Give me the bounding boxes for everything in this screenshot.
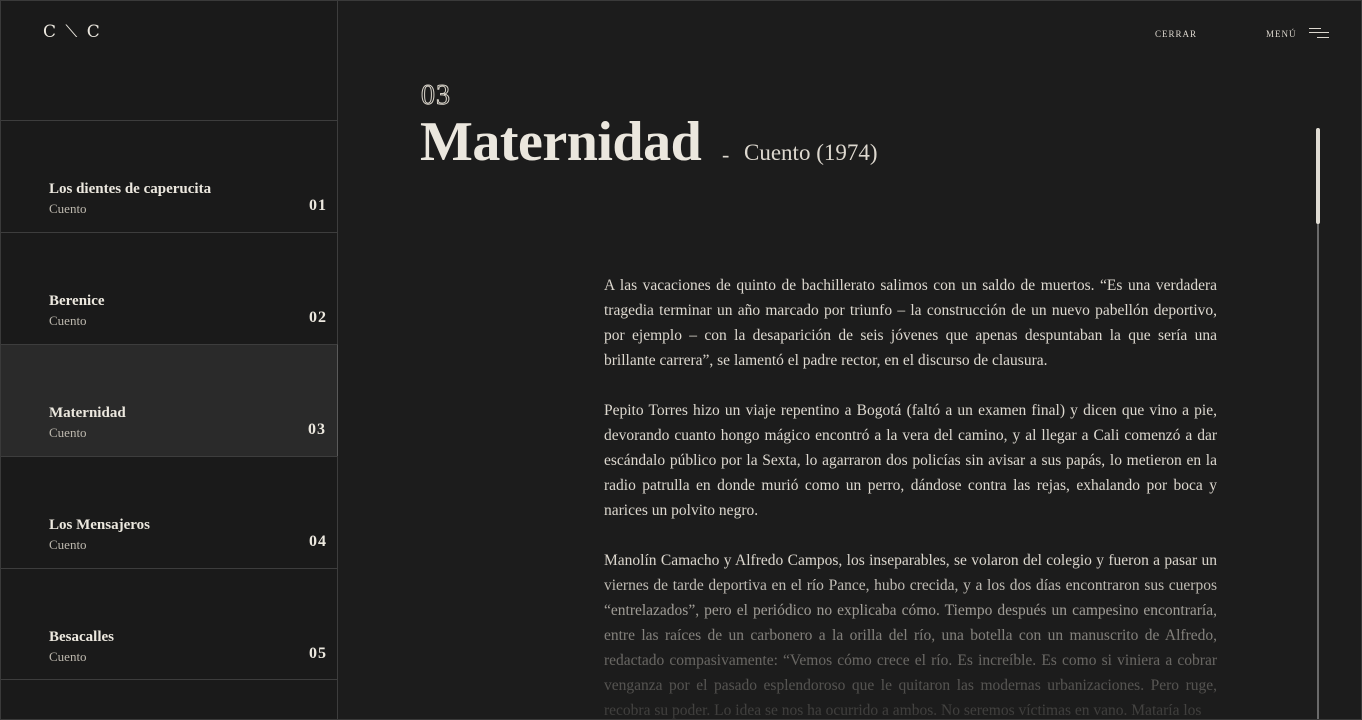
story-item-subtitle: Cuento bbox=[49, 313, 87, 328]
story-item-number: 01 bbox=[309, 197, 327, 214]
story-item-subtitle: Cuento bbox=[49, 537, 87, 552]
close-button[interactable]: CERRAR bbox=[1155, 29, 1197, 39]
story-item-number: 05 bbox=[309, 645, 327, 662]
menu-button[interactable]: MENÚ bbox=[1266, 29, 1297, 39]
story-paragraph: A las vacaciones de quinto de bachillera… bbox=[604, 277, 1217, 369]
story-item-title: Maternidad bbox=[49, 405, 126, 421]
scrollbar-thumb[interactable] bbox=[1316, 128, 1320, 224]
story-list: Los dientes de caperucita Cuento 01 Bere… bbox=[0, 120, 338, 680]
story-item-number: 02 bbox=[309, 309, 327, 326]
title-separator: - bbox=[722, 142, 730, 167]
story-paragraph: Manolín Camacho y Alfredo Campos, los in… bbox=[604, 552, 1217, 719]
story-list-item[interactable]: Los dientes de caperucita Cuento 01 bbox=[0, 120, 338, 232]
story-item-number: 03 bbox=[308, 421, 326, 438]
hamburger-icon[interactable] bbox=[1309, 27, 1329, 39]
story-list-item[interactable]: Berenice Cuento 02 bbox=[0, 232, 338, 344]
story-paragraph: Pepito Torres hizo un viaje repentino a … bbox=[604, 402, 1217, 519]
story-item-title: Berenice bbox=[49, 293, 105, 309]
site-logo[interactable]: C ⟍ C bbox=[43, 22, 102, 42]
page-subtitle: Cuento (1974) bbox=[744, 140, 878, 165]
page-title: Maternidad bbox=[420, 111, 702, 173]
story-item-subtitle: Cuento bbox=[49, 649, 87, 664]
story-item-number: 04 bbox=[309, 533, 327, 550]
story-item-title: Besacalles bbox=[49, 629, 114, 645]
story-list-item[interactable]: Besacalles Cuento 05 bbox=[0, 568, 338, 680]
story-list-item-active[interactable]: Maternidad Cuento 03 bbox=[0, 344, 338, 456]
story-list-item[interactable]: Los Mensajeros Cuento 04 bbox=[0, 456, 338, 568]
story-item-subtitle: Cuento bbox=[49, 201, 87, 216]
story-item-title: Los Mensajeros bbox=[49, 517, 150, 533]
chapter-number: 03 bbox=[421, 80, 451, 112]
story-item-title: Los dientes de caperucita bbox=[49, 181, 212, 197]
sidebar: C ⟍ C Los dientes de caperucita Cuento 0… bbox=[0, 0, 338, 720]
story-item-subtitle: Cuento bbox=[49, 425, 87, 440]
story-body: A las vacaciones de quinto de bachillera… bbox=[604, 273, 1217, 720]
